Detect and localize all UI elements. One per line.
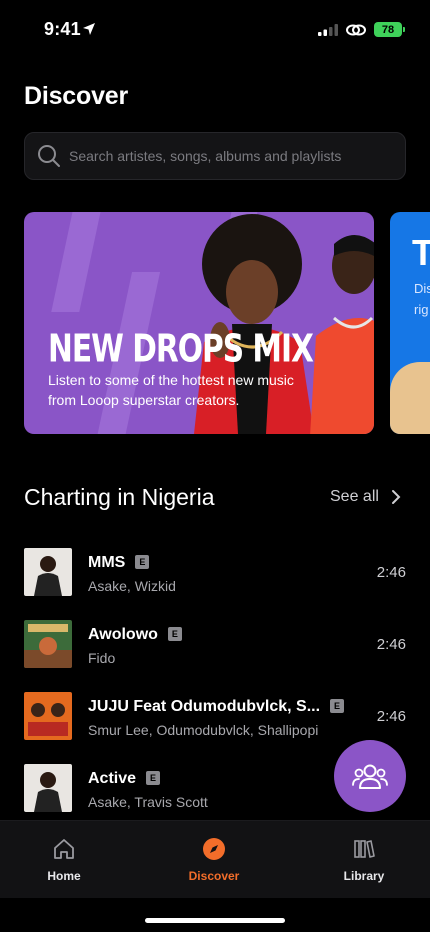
- home-icon: [54, 839, 74, 859]
- tab-home-label: Home: [47, 869, 81, 883]
- search-input[interactable]: [69, 148, 389, 164]
- tab-home[interactable]: Home: [14, 837, 114, 883]
- tab-discover[interactable]: Discover: [164, 837, 264, 883]
- second-banner[interactable]: T Dis rig: [390, 212, 430, 434]
- banner-description: Listen to some of the hottest new music …: [48, 372, 294, 408]
- cellular-signal-icon: [318, 24, 338, 36]
- track-title-row: JUJU Feat Odumodubvlck, S... E: [88, 698, 345, 716]
- new-drops-mix-banner[interactable]: NEW DROPS MIX Listen to some of the hott…: [24, 212, 374, 434]
- banner-description-partial: Dis rig: [414, 281, 430, 317]
- banner-title-partial: T: [412, 232, 430, 273]
- explicit-badge: E: [330, 699, 345, 713]
- tab-discover-label: Discover: [188, 869, 240, 883]
- home-indicator: [145, 918, 285, 923]
- track-title-row: MMS E: [88, 554, 150, 572]
- tab-library[interactable]: Library: [314, 837, 414, 883]
- track-title: Awolowo: [88, 626, 158, 643]
- track-duration: 2:46: [376, 636, 406, 653]
- status-bar: 9:41 78: [0, 0, 430, 60]
- see-all-button[interactable]: See all: [330, 488, 401, 506]
- tab-library-label: Library: [343, 869, 385, 883]
- location-arrow-icon: [83, 23, 95, 35]
- track-row[interactable]: MMS E Asake, Wizkid 2:46: [24, 548, 406, 598]
- bottom-tab-bar: Home Discover Library: [0, 820, 430, 898]
- track-duration: 2:46: [376, 564, 406, 581]
- track-artists: Fido: [88, 650, 116, 666]
- album-art: [24, 620, 72, 668]
- album-art: [24, 692, 72, 740]
- banner-title: NEW DROPS MIX: [48, 326, 314, 371]
- album-art: [24, 548, 72, 596]
- page-title: Discover: [24, 82, 129, 110]
- section-title: Charting in Nigeria: [24, 484, 215, 510]
- community-fab-button[interactable]: [334, 740, 406, 812]
- track-row[interactable]: JUJU Feat Odumodubvlck, S... E Smur Lee, …: [24, 692, 406, 742]
- chevron-right-icon: [391, 490, 401, 504]
- track-artists: Asake, Travis Scott: [88, 794, 208, 810]
- compass-icon: [203, 838, 225, 860]
- track-title: Active: [88, 770, 137, 787]
- track-title: JUJU Feat Odumodubvlck, S...: [88, 698, 321, 715]
- track-artists: Smur Lee, Odumodubvlck, Shallipopi: [88, 722, 319, 738]
- explicit-badge: E: [146, 771, 161, 785]
- search-icon: [38, 145, 60, 167]
- search-bar[interactable]: [24, 132, 406, 180]
- track-row[interactable]: Awolowo E Fido 2:46: [24, 620, 406, 670]
- track-title: MMS: [88, 554, 126, 571]
- banner-image-partial: [390, 362, 430, 434]
- battery-indicator: 78: [374, 22, 405, 37]
- track-duration: 2:46: [376, 708, 406, 725]
- people-group-icon: [352, 764, 388, 789]
- hotspot-link-icon: [346, 24, 366, 36]
- library-icon: [354, 840, 375, 858]
- album-art: [24, 764, 72, 812]
- explicit-badge: E: [167, 627, 182, 641]
- track-title-row: Awolowo E: [88, 626, 182, 644]
- status-time: 9:41: [44, 19, 81, 39]
- track-title-row: Active E: [88, 770, 161, 788]
- explicit-badge: E: [135, 555, 150, 569]
- see-all-label: See all: [330, 488, 379, 505]
- track-artists: Asake, Wizkid: [88, 578, 176, 594]
